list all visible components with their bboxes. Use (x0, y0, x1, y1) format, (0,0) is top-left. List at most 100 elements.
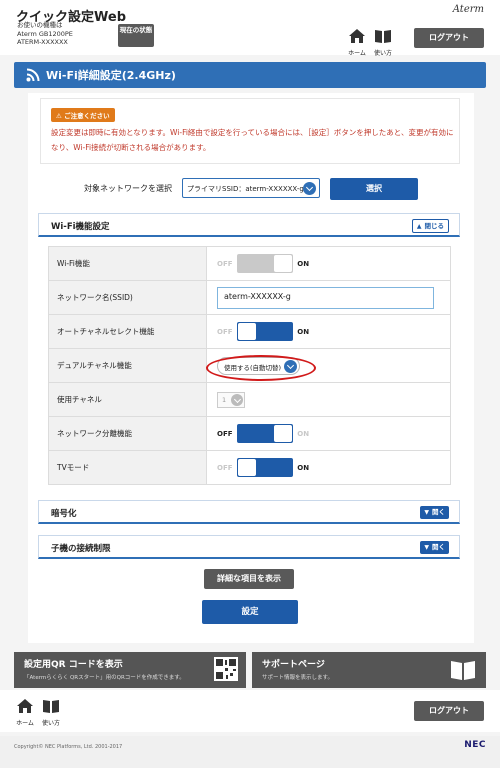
select-network-button[interactable]: 選択 (330, 178, 418, 200)
show-details-button[interactable]: 詳細な項目を表示 (204, 569, 294, 589)
qr-panel-title: 設定用QR コードを表示 (24, 660, 123, 670)
auto-channel-label: オートチャネルセレクト機能 (48, 314, 207, 349)
toggle-knob (237, 459, 256, 476)
wifi-section-header: Wi-Fi機能設定 ▲ 閉じる (38, 213, 460, 237)
separator-toggle[interactable]: OFF ON (217, 424, 309, 443)
brand-logo: Aterm (452, 4, 484, 15)
table-row: ネットワーク分離機能 OFF ON (48, 416, 451, 451)
encryption-section-title: 暗号化 (51, 509, 77, 519)
wifi-function-toggle[interactable]: OFF ON (217, 254, 309, 273)
chevron-down-icon: ▼ (424, 544, 429, 551)
toggle-track (236, 424, 293, 443)
toggle-track (236, 254, 293, 273)
toggle-off-label: OFF (217, 327, 233, 336)
encryption-section-header: 暗号化 ▼ 開く (38, 500, 460, 524)
auto-channel-cell: OFF ON (206, 314, 451, 349)
wifi-function-cell: OFF ON (206, 246, 451, 281)
home-button[interactable]: ホーム (346, 28, 368, 57)
channel-select[interactable]: 1 (217, 391, 245, 408)
table-row: ネットワーク名(SSID) aterm-XXXXXX-g (48, 280, 451, 315)
channel-label: 使用チャネル (48, 382, 207, 417)
footer-home-button[interactable]: ホーム (14, 698, 36, 727)
toggle-track (236, 458, 293, 477)
footer-manual-button[interactable]: 使い方 (40, 698, 62, 727)
dual-channel-label: デュアルチャネル機能 (48, 348, 207, 383)
home-icon (17, 699, 33, 713)
save-button[interactable]: 設定 (202, 600, 298, 624)
separator-cell: OFF ON (206, 416, 451, 451)
page-title-bar: Wi-Fi詳細設定(2.4GHz) (14, 62, 486, 88)
home-icon (349, 29, 365, 43)
notice-badge: ⚠ ご注意ください (51, 108, 115, 122)
qr-code-icon (214, 657, 238, 681)
network-select[interactable]: プライマリSSID：aterm-XXXXXX-g (182, 178, 320, 198)
ssid-cell: aterm-XXXXXX-g (206, 280, 451, 315)
model-info: お使いの機種は Aterm GB1200PE ATERM-XXXXXX (17, 21, 73, 47)
tv-mode-toggle[interactable]: OFF ON (217, 458, 309, 477)
close-section-label: 閉じる (424, 222, 445, 230)
toggle-knob (273, 255, 292, 272)
notice-text: 設定変更は即時に有効となります。Wi-Fi経由で設定を行っている場合には、［設定… (51, 128, 454, 152)
open-encryption-button[interactable]: ▼ 開く (420, 506, 449, 519)
toggle-on-label: ON (297, 259, 310, 268)
footer-logout-button[interactable]: ログアウト (414, 701, 484, 721)
network-select-label: 対象ネットワークを選択 (84, 184, 172, 193)
separator-label: ネットワーク分離機能 (48, 416, 207, 451)
book-icon (43, 700, 59, 713)
toggle-knob (273, 425, 292, 442)
support-panel-title: サポートページ (262, 660, 325, 670)
close-section-button[interactable]: ▲ 閉じる (411, 219, 449, 233)
footer-home-label: ホーム (16, 720, 34, 727)
channel-cell: 1 (206, 382, 451, 417)
network-select-value: プライマリSSID：aterm-XXXXXX-g (187, 185, 304, 193)
table-row: TVモード OFF ON (48, 450, 451, 485)
notice-box: ⚠ ご注意ください 設定変更は即時に有効となります。Wi-Fi経由で設定を行って… (40, 98, 460, 164)
page-footer (0, 736, 500, 768)
toggle-knob (237, 323, 256, 340)
status-button[interactable]: 現在の状態 (118, 24, 154, 47)
table-row: オートチャネルセレクト機能 OFF ON (48, 314, 451, 349)
toggle-off-label: OFF (217, 429, 233, 438)
tv-mode-cell: OFF ON (206, 450, 451, 485)
support-panel[interactable]: サポートページ サポート情報を表示します。 (252, 652, 486, 688)
copyright: Copyright© NEC Platforms, Ltd. 2001-2017 (14, 744, 123, 750)
auto-channel-toggle[interactable]: OFF ON (217, 322, 309, 341)
chevron-down-icon (303, 182, 316, 195)
wifi-section-title: Wi-Fi機能設定 (51, 222, 110, 232)
model-name: Aterm GB1200PE (17, 29, 73, 38)
channel-value: 1 (222, 395, 227, 404)
chevron-down-icon (231, 393, 243, 406)
toggle-on-label: ON (297, 327, 310, 336)
manual-label: 使い方 (373, 50, 392, 57)
nec-logo: NEC (464, 740, 486, 750)
qr-code-panel[interactable]: 設定用QR コードを表示 「Atermらくらく QRスタート」用のQRコードを作… (14, 652, 246, 688)
toggle-off-label: OFF (217, 463, 233, 472)
manual-button[interactable]: 使い方 (372, 28, 394, 57)
toggle-on-label: ON (297, 463, 310, 472)
restriction-section-header: 子機の接続制限 ▼ 開く (38, 535, 460, 559)
wifi-function-label: Wi-Fi機能 (48, 246, 207, 281)
home-label: ホーム (348, 50, 366, 57)
highlight-ring (206, 355, 316, 381)
device-name: ATERM-XXXXXX (17, 38, 68, 46)
notice-badge-label: ご注意ください (64, 112, 110, 120)
toggle-on-label: ON (297, 429, 310, 438)
ssid-input[interactable]: aterm-XXXXXX-g (217, 286, 434, 309)
open-encryption-label: 開く (432, 508, 445, 516)
page-title: Wi-Fi詳細設定(2.4GHz) (46, 69, 176, 82)
wifi-icon (26, 68, 40, 82)
toggle-track (236, 322, 293, 341)
book-icon (451, 661, 475, 680)
tv-mode-label: TVモード (48, 450, 207, 485)
logout-button[interactable]: ログアウト (414, 28, 484, 48)
open-restriction-label: 開く (432, 543, 445, 551)
footer-nav: ホーム 使い方 ログアウト (0, 690, 500, 732)
open-restriction-button[interactable]: ▼ 開く (420, 541, 449, 554)
chevron-down-icon: ▼ (424, 509, 429, 516)
support-panel-desc: サポート情報を表示します。 (262, 675, 333, 681)
chevron-up-icon: ▲ (416, 223, 422, 230)
qr-panel-desc: 「Atermらくらく QRスタート」用のQRコードを作成できます。 (24, 675, 185, 681)
header: クイック設定Web お使いの機種は Aterm GB1200PE ATERM-X… (0, 0, 500, 57)
table-row: 使用チャネル 1 (48, 382, 451, 417)
ssid-label: ネットワーク名(SSID) (48, 280, 207, 315)
